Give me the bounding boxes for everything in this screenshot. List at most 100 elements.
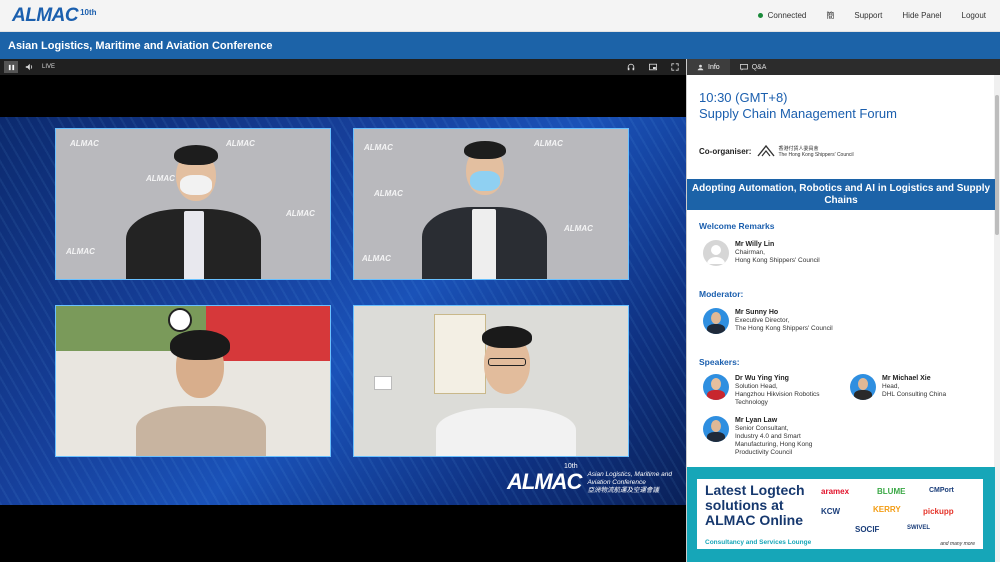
coorganiser-label: Co-organiser: <box>699 146 752 156</box>
speaker-willy-lin[interactable]: Mr Willy Lin Chairman, Hong Kong Shipper… <box>703 240 820 266</box>
speaker-organisation: Technology <box>735 399 768 406</box>
swivel-logo: SWIVEL <box>907 525 931 531</box>
speaker-name: Dr Wu Ying Ying <box>735 375 789 382</box>
speaker-name: Mr Michael Xie <box>882 375 931 382</box>
speaker-organisation: Manufacturing, Hong Kong <box>735 441 813 448</box>
video-tile-1: ALMAC ALMAC ALMAC ALMAC ALMAC <box>55 128 331 280</box>
speaker-organisation: The Hong Kong Shippers' Council <box>735 325 833 332</box>
speaker-name: Mr Lyan Law <box>735 417 778 424</box>
conference-title-bar: Asian Logistics, Maritime and Aviation C… <box>0 32 1000 59</box>
logo-superscript: 10th <box>80 7 97 17</box>
avatar <box>703 416 729 442</box>
connection-status-label: Connected <box>767 11 807 20</box>
ad-subtitle: Consultancy and Services Lounge <box>705 539 812 546</box>
player-controls: LIVE <box>0 59 686 75</box>
volume-icon <box>25 63 33 71</box>
live-indicator: LIVE <box>42 64 56 70</box>
speaker-role: Chairman, <box>735 249 765 256</box>
video-player[interactable]: LIVE ALMAC ALMAC ALMAC ALMAC ALMAC ALMAC… <box>0 59 686 562</box>
connection-status: Connected <box>757 11 807 20</box>
welcome-remarks-heading: Welcome Remarks <box>699 221 775 231</box>
hide-panel-link[interactable]: Hide Panel <box>902 11 941 20</box>
fullscreen-icon <box>671 63 679 71</box>
football-image <box>168 308 192 332</box>
cmport-logo: CMPort <box>929 487 954 494</box>
tab-info[interactable]: Info <box>687 59 730 75</box>
backdrop-logo: ALMAC <box>66 247 95 256</box>
logtech-ad-banner[interactable]: Latest Logtech solutions at ALMAC Online… <box>687 467 995 562</box>
speaker-organisation: Hangzhou Hikvision Robotics <box>735 391 820 398</box>
speaker-wu-ying-ying[interactable]: Dr Wu Ying Ying Solution Head, Hangzhou … <box>703 374 820 407</box>
headphones-icon <box>627 63 635 71</box>
wall-poster <box>434 314 486 394</box>
video-tile-4 <box>353 305 629 457</box>
backdrop-logo: ALMAC <box>362 254 391 263</box>
speakers-heading: Speakers: <box>699 357 740 367</box>
headphones-button[interactable] <box>624 61 638 73</box>
backdrop-logo: ALMAC <box>534 139 563 148</box>
speaker-organisation: Productivity Council <box>735 449 793 456</box>
moderator-heading: Moderator: <box>699 289 744 299</box>
glasses <box>488 358 526 366</box>
backdrop-logo: ALMAC <box>70 139 99 148</box>
conference-title: Asian Logistics, Maritime and Aviation C… <box>8 39 273 52</box>
speaker-organisation: Industry 4.0 and Smart <box>735 433 801 440</box>
stage-logo-superscript: 10th <box>564 463 578 470</box>
speaker-sunny-ho[interactable]: Mr Sunny Ho Executive Director, The Hong… <box>703 308 833 334</box>
speaker-michael-xie[interactable]: Mr Michael Xie Head, DHL Consulting Chin… <box>850 374 946 400</box>
person-icon <box>697 64 704 70</box>
speaker-organisation: Hong Kong Shippers' Council <box>735 257 820 264</box>
ad-more-text: and many more <box>940 541 975 547</box>
info-panel: Info Q&A 10:30 (GMT+8) Supply Chain Mana… <box>686 59 1000 562</box>
picture-in-picture-icon <box>649 63 657 71</box>
status-dot-icon <box>757 13 763 18</box>
speaker-lyan-law[interactable]: Mr Lyan Law Senior Consultant, Industry … <box>703 416 812 457</box>
language-toggle[interactable]: 簡 <box>826 10 834 21</box>
picture-in-picture-button[interactable] <box>646 61 660 73</box>
panel-tabs: Info Q&A <box>687 59 1000 75</box>
hksc-mark-icon <box>757 144 775 157</box>
avatar <box>703 374 729 400</box>
ad-card: Latest Logtech solutions at ALMAC Online… <box>697 479 983 549</box>
volume-button[interactable] <box>22 61 36 73</box>
top-bar: ALMAC 10th Connected 簡 Support Hide Pane… <box>0 0 1000 32</box>
backdrop-logo: ALMAC <box>564 224 593 233</box>
coorganiser-name-cn: 香港付貨人委員會 <box>778 145 819 152</box>
kerry-logo: KERRY <box>873 505 901 514</box>
pause-button[interactable] <box>4 61 18 73</box>
player-controls-right <box>624 61 682 73</box>
speaker-role: Head, <box>882 383 900 390</box>
video-stage: ALMAC ALMAC ALMAC ALMAC ALMAC ALMAC ALMA… <box>0 117 686 505</box>
kcw-logo: KCW <box>821 507 841 516</box>
avatar <box>703 240 729 266</box>
video-tile-3 <box>55 305 331 457</box>
avatar <box>703 308 729 334</box>
chat-icon <box>739 63 748 71</box>
pickupp-logo: pickupp <box>923 507 954 516</box>
tab-qa[interactable]: Q&A <box>730 59 777 75</box>
stage-branding: ALMAC 10th Asian Logistics, Maritime and… <box>507 463 672 495</box>
speaker-role: Executive Director, <box>735 317 790 324</box>
wall-socket <box>374 376 392 390</box>
support-link[interactable]: Support <box>854 11 882 20</box>
almac-logo[interactable]: ALMAC 10th <box>12 5 97 27</box>
backdrop-logo: ALMAC <box>364 143 393 152</box>
session-time: 10:30 (GMT+8) <box>699 90 788 105</box>
scrollbar-thumb[interactable] <box>995 95 999 235</box>
video-tile-2: ALMAC ALMAC ALMAC ALMAC ALMAC <box>353 128 629 280</box>
socif-logo: SOCIF <box>855 525 880 534</box>
pause-icon <box>8 64 14 70</box>
logout-link[interactable]: Logout <box>962 11 986 20</box>
hk-shippers-council-logo: 香港付貨人委員會 The Hong Kong Shippers' Council <box>757 144 854 158</box>
speaker-name: Mr Sunny Ho <box>735 309 779 316</box>
speaker-role: Senior Consultant, <box>735 425 789 432</box>
stage-almac-logo: ALMAC <box>507 469 582 494</box>
session-topic-banner: Adopting Automation, Robotics and AI in … <box>687 179 995 210</box>
ad-title: Latest Logtech solutions at ALMAC Online <box>705 482 805 528</box>
blume-logo: BLUME <box>877 487 906 496</box>
top-nav: Connected 簡 Support Hide Panel Logout <box>757 10 986 21</box>
coorganiser-name-en: The Hong Kong Shippers' Council <box>778 151 854 158</box>
backdrop-logo: ALMAC <box>286 209 315 218</box>
speaker-role: Solution Head, <box>735 383 778 390</box>
fullscreen-button[interactable] <box>668 61 682 73</box>
